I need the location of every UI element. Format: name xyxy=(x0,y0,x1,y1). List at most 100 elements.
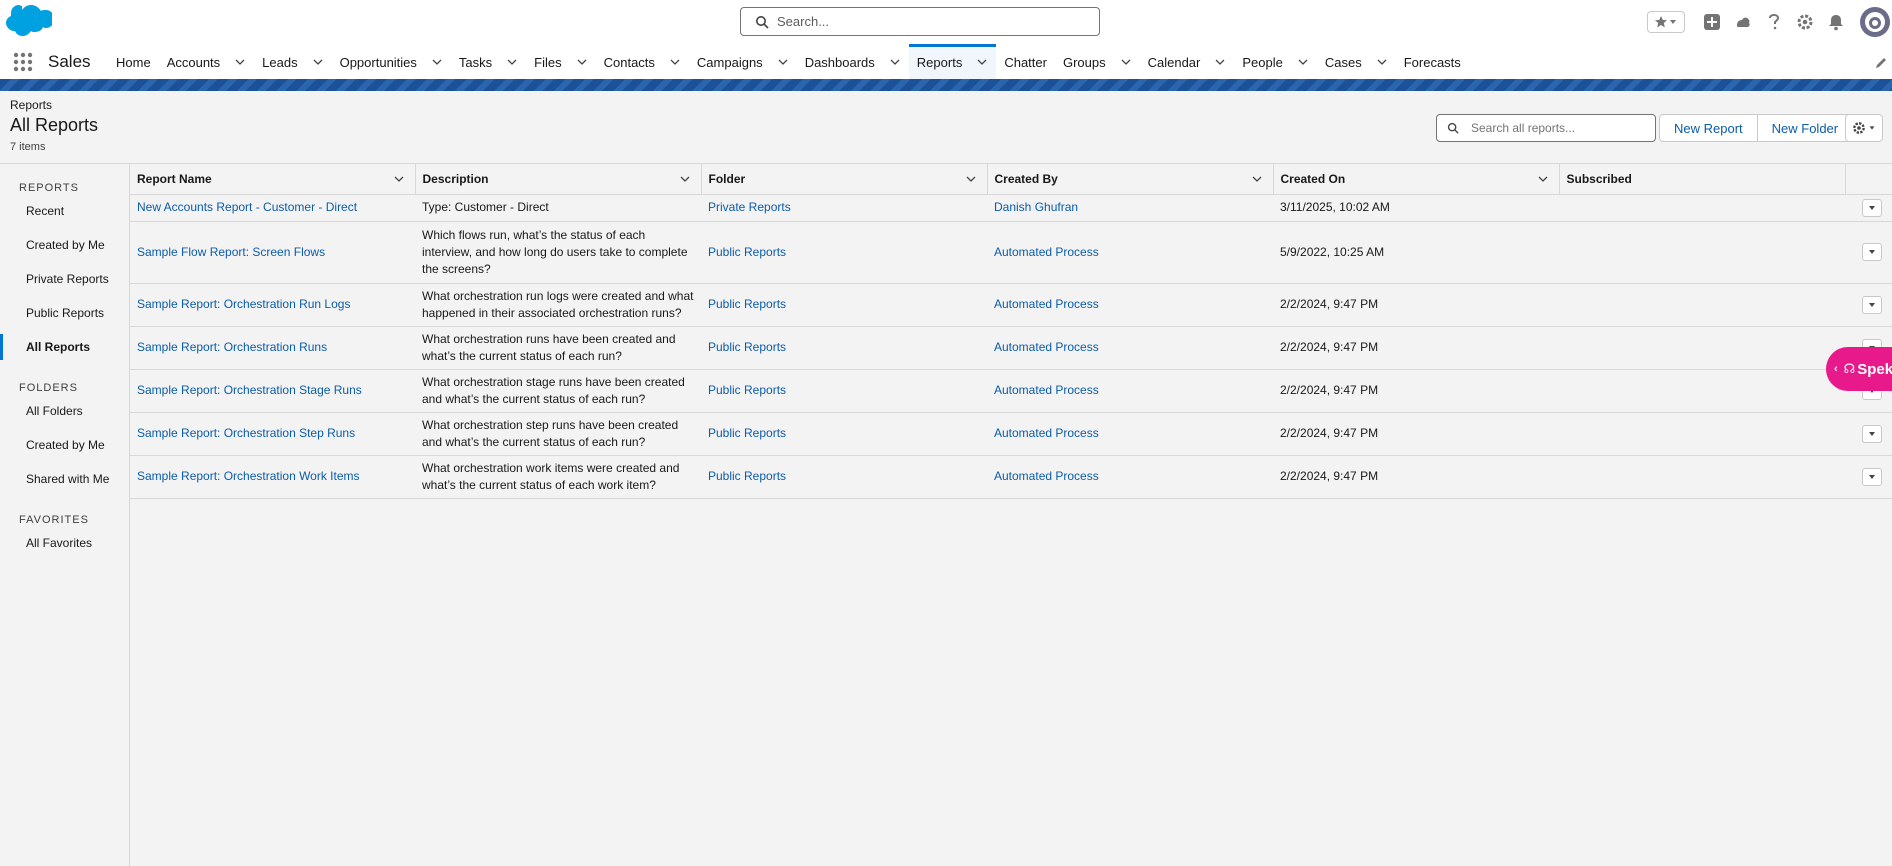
created-by-link[interactable]: Automated Process xyxy=(994,383,1099,397)
app-launcher-icon[interactable] xyxy=(13,52,33,72)
notifications-button[interactable] xyxy=(1825,11,1847,33)
folder-link[interactable]: Public Reports xyxy=(708,426,786,440)
report-name-link[interactable]: Sample Report: Orchestration Runs xyxy=(137,340,327,354)
app-name: Sales xyxy=(48,52,91,71)
sidebar-item-created-by-me[interactable]: Created by Me xyxy=(0,428,129,462)
row-actions-button[interactable] xyxy=(1862,424,1882,443)
nav-tab-accounts[interactable]: Accounts xyxy=(159,44,254,80)
sidebar-item-all-favorites[interactable]: All Favorites xyxy=(0,526,129,560)
created-by-link[interactable]: Automated Process xyxy=(994,426,1099,440)
nav-tab-people[interactable]: People xyxy=(1234,44,1316,80)
column-header-report-name[interactable]: Report Name xyxy=(130,164,416,195)
report-name-link[interactable]: Sample Report: Orchestration Work Items xyxy=(137,469,360,483)
report-name-link[interactable]: Sample Report: Orchestration Run Logs xyxy=(137,297,350,311)
chevron-down-icon xyxy=(1121,59,1131,65)
nav-tab-leads[interactable]: Leads xyxy=(254,44,331,80)
sidebar-item-recent[interactable]: Recent xyxy=(0,194,129,228)
column-header-subscribed[interactable]: Subscribed xyxy=(1559,164,1846,195)
nav-tab-calendar[interactable]: Calendar xyxy=(1140,44,1235,80)
speki-widget[interactable]: ‹ ☊ Spek xyxy=(1826,347,1892,391)
global-actions-button[interactable] xyxy=(1701,11,1723,33)
subscribed-cell xyxy=(1559,221,1845,284)
sidebar-item-all-reports[interactable]: All Reports xyxy=(0,330,129,364)
folder-cell: Private Reports xyxy=(701,194,987,222)
nav-tab-forecasts[interactable]: Forecasts xyxy=(1396,44,1469,80)
row-actions-button[interactable] xyxy=(1862,295,1882,314)
page-header: Reports All Reports 7 items Search all r… xyxy=(0,91,1892,163)
column-header-folder[interactable]: Folder xyxy=(701,164,988,195)
edit-nav-pencil-icon[interactable] xyxy=(1874,56,1888,70)
nav-tab-contacts[interactable]: Contacts xyxy=(596,44,689,80)
report-name-link[interactable]: Sample Report: Orchestration Stage Runs xyxy=(137,383,362,397)
sidebar-item-shared-with-me[interactable]: Shared with Me xyxy=(0,462,129,496)
created-by-cell: Automated Process xyxy=(987,412,1273,456)
report-name-cell: New Accounts Report - Customer - Direct xyxy=(130,194,415,222)
nav-tab-reports[interactable]: Reports xyxy=(908,44,997,80)
created-by-link[interactable]: Automated Process xyxy=(994,469,1099,483)
report-name-link[interactable]: Sample Report: Orchestration Step Runs xyxy=(137,426,355,440)
report-name-link[interactable]: Sample Flow Report: Screen Flows xyxy=(137,245,325,259)
nav-tab-campaigns[interactable]: Campaigns xyxy=(689,44,797,80)
created-by-cell: Danish Ghufran xyxy=(987,194,1273,222)
chevron-down-icon xyxy=(577,59,587,65)
new-folder-button[interactable]: New Folder xyxy=(1757,114,1854,142)
folder-link[interactable]: Public Reports xyxy=(708,297,786,311)
report-name-cell: Sample Report: Orchestration Step Runs xyxy=(130,412,415,456)
nav-tab-tasks[interactable]: Tasks xyxy=(451,44,526,80)
search-icon xyxy=(1447,122,1459,134)
created-by-link[interactable]: Automated Process xyxy=(994,340,1099,354)
nav-tab-label: Tasks xyxy=(458,54,493,70)
sidebar-item-created-by-me[interactable]: Created by Me xyxy=(0,228,129,262)
created-by-link[interactable]: Danish Ghufran xyxy=(994,200,1078,214)
row-actions-button[interactable] xyxy=(1862,467,1882,486)
salesforce-cloud-icon[interactable] xyxy=(2,4,52,40)
report-name-cell: Sample Report: Orchestration Work Items xyxy=(130,455,415,499)
nav-tab-chatter[interactable]: Chatter xyxy=(996,44,1055,80)
list-settings-button[interactable] xyxy=(1845,114,1883,142)
nav-tab-files[interactable]: Files xyxy=(526,44,595,80)
sidebar-item-all-folders[interactable]: All Folders xyxy=(0,394,129,428)
sidebar-item-public-reports[interactable]: Public Reports xyxy=(0,296,129,330)
sidebar-item-private-reports[interactable]: Private Reports xyxy=(0,262,129,296)
user-avatar[interactable] xyxy=(1860,7,1890,37)
folder-link[interactable]: Public Reports xyxy=(708,340,786,354)
folder-link[interactable]: Public Reports xyxy=(708,469,786,483)
chevron-down-icon xyxy=(890,59,900,65)
folder-link[interactable]: Public Reports xyxy=(708,245,786,259)
nav-tab-groups[interactable]: Groups xyxy=(1055,44,1140,80)
folder-link[interactable]: Public Reports xyxy=(708,383,786,397)
nav-tab-cases[interactable]: Cases xyxy=(1317,44,1396,80)
report-name-cell: Sample Report: Orchestration Stage Runs xyxy=(130,369,415,413)
created-by-link[interactable]: Automated Process xyxy=(994,297,1099,311)
nav-tab-home[interactable]: Home xyxy=(108,44,159,80)
nav-tab-dashboards[interactable]: Dashboards xyxy=(797,44,909,80)
subscribed-cell xyxy=(1559,455,1845,499)
trailhead-button[interactable] xyxy=(1732,11,1754,33)
star-icon xyxy=(1655,16,1667,28)
row-actions-button[interactable] xyxy=(1862,198,1882,217)
nav-tab-label: Campaigns xyxy=(696,54,763,70)
nav-tab-label: Accounts xyxy=(166,54,221,70)
help-button[interactable] xyxy=(1763,11,1785,33)
brand-band xyxy=(0,79,1892,91)
setup-button[interactable] xyxy=(1794,11,1816,33)
nav-tab-opportunities[interactable]: Opportunities xyxy=(332,44,451,80)
favorites-button[interactable] xyxy=(1647,11,1685,33)
gear-icon xyxy=(1797,14,1813,30)
new-report-button[interactable]: New Report xyxy=(1659,114,1758,142)
folder-link[interactable]: Private Reports xyxy=(708,200,791,214)
chevron-down-icon xyxy=(1252,176,1261,182)
report-name-link[interactable]: New Accounts Report - Customer - Direct xyxy=(137,200,357,214)
created-by-link[interactable]: Automated Process xyxy=(994,245,1099,259)
column-header-created-by[interactable]: Created By xyxy=(987,164,1274,195)
chevron-down-icon xyxy=(507,59,517,65)
nav-tab-label: Contacts xyxy=(603,54,655,70)
breadcrumb[interactable]: Reports xyxy=(10,98,52,112)
column-header-description[interactable]: Description xyxy=(415,164,702,195)
row-actions-button[interactable] xyxy=(1862,243,1882,261)
global-search-input[interactable]: Search... xyxy=(740,7,1100,36)
report-search-input[interactable]: Search all reports... xyxy=(1436,114,1656,142)
sidebar-section-folders: FOLDERS xyxy=(19,382,78,394)
column-header-label: Subscribed xyxy=(1566,171,1632,186)
column-header-created-on[interactable]: Created On xyxy=(1273,164,1560,195)
